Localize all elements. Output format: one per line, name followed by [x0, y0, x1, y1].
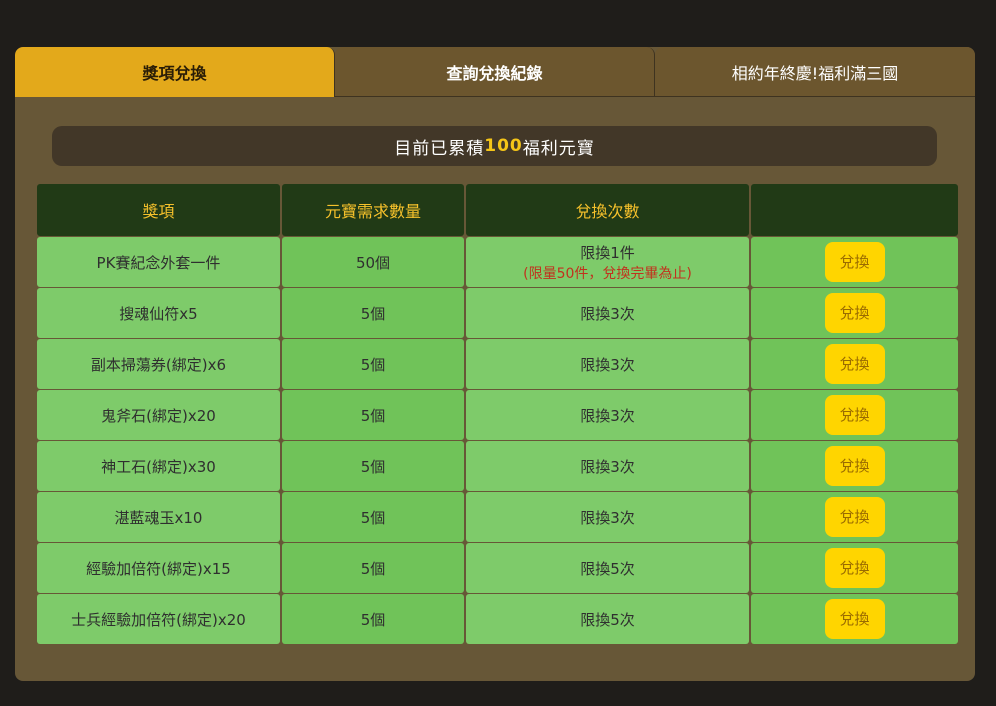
table-row: 鬼斧石(綁定)x20 5個 限換3次 兌換 [37, 390, 958, 440]
balance-summary: 目前已累積 100 福利元寶 [52, 126, 937, 166]
item-cell: 神工石(綁定)x30 [37, 441, 280, 491]
tab-exchange-history[interactable]: 查詢兌換紀錄 [335, 47, 655, 97]
tab-event-info[interactable]: 相約年終慶!福利滿三國 [655, 47, 975, 97]
balance-suffix: 福利元寶 [522, 138, 595, 159]
limit-text: 限換3次 [580, 304, 635, 323]
limit-text: 限換3次 [580, 355, 635, 374]
cost-cell: 5個 [282, 543, 464, 593]
table-header-row: 獎項 元寶需求數量 兌換次數 [37, 184, 958, 236]
exchange-button[interactable]: 兌換 [824, 293, 885, 333]
cost-cell: 5個 [282, 441, 464, 491]
balance-amount: 100 [484, 136, 523, 156]
limit-cell: 限換3次 [466, 390, 749, 440]
header-action [751, 184, 958, 236]
exchange-button[interactable]: 兌換 [824, 242, 885, 282]
exchange-button[interactable]: 兌換 [824, 344, 885, 384]
limit-cell: 限換3次 [466, 339, 749, 389]
table-row: 湛藍魂玉x10 5個 限換3次 兌換 [37, 492, 958, 542]
item-cell: 鬼斧石(綁定)x20 [37, 390, 280, 440]
item-cell: 搜魂仙符x5 [37, 288, 280, 338]
cost-cell: 50個 [282, 237, 464, 287]
table-row: 經驗加倍符(綁定)x15 5個 限換5次 兌換 [37, 543, 958, 593]
item-cell: 士兵經驗加倍符(綁定)x20 [37, 594, 280, 644]
table-row: 神工石(綁定)x30 5個 限換3次 兌換 [37, 441, 958, 491]
table-row: 搜魂仙符x5 5個 限換3次 兌換 [37, 288, 958, 338]
cost-cell: 5個 [282, 288, 464, 338]
action-cell: 兌換 [751, 492, 958, 542]
table-row: 副本掃蕩券(綁定)x6 5個 限換3次 兌換 [37, 339, 958, 389]
action-cell: 兌換 [751, 288, 958, 338]
limit-text: 限換5次 [580, 610, 635, 629]
cost-cell: 5個 [282, 492, 464, 542]
limit-text: 限換1件 [580, 243, 635, 262]
limit-text: 限換3次 [580, 508, 635, 527]
limit-text: 限換3次 [580, 457, 635, 476]
exchange-button[interactable]: 兌換 [824, 599, 885, 639]
cost-cell: 5個 [282, 594, 464, 644]
cost-cell: 5個 [282, 339, 464, 389]
item-cell: PK賽紀念外套一件 [37, 237, 280, 287]
limit-text: 限換5次 [580, 559, 635, 578]
table-row: PK賽紀念外套一件 50個 限換1件 (限量50件，兌換完畢為止) 兌換 [37, 237, 958, 287]
header-item: 獎項 [37, 184, 280, 236]
header-cost: 元寶需求數量 [282, 184, 464, 236]
reward-table: 獎項 元寶需求數量 兌換次數 PK賽紀念外套一件 50個 限換1件 (限量50件，兌換… [35, 183, 960, 645]
balance-prefix: 目前已累積 [394, 138, 485, 159]
limit-cell: 限換3次 [466, 288, 749, 338]
table-row: 士兵經驗加倍符(綁定)x20 5個 限換5次 兌換 [37, 594, 958, 644]
limit-cell: 限換5次 [466, 594, 749, 644]
cost-cell: 5個 [282, 390, 464, 440]
exchange-button[interactable]: 兌換 [824, 446, 885, 486]
limit-cell: 限換3次 [466, 492, 749, 542]
action-cell: 兌換 [751, 594, 958, 644]
limit-cell: 限換1件 (限量50件，兌換完畢為止) [466, 237, 749, 287]
action-cell: 兌換 [751, 543, 958, 593]
tab-reward-exchange[interactable]: 獎項兌換 [15, 47, 335, 97]
item-cell: 湛藍魂玉x10 [37, 492, 280, 542]
limit-cell: 限換5次 [466, 543, 749, 593]
limit-cell: 限換3次 [466, 441, 749, 491]
action-cell: 兌換 [751, 441, 958, 491]
header-limit: 兌換次數 [466, 184, 749, 236]
item-cell: 經驗加倍符(綁定)x15 [37, 543, 280, 593]
reward-panel: 獎項兌換 查詢兌換紀錄 相約年終慶!福利滿三國 目前已累積 100 福利元寶 獎… [15, 47, 975, 681]
limit-text: 限換3次 [580, 406, 635, 425]
action-cell: 兌換 [751, 390, 958, 440]
exchange-button[interactable]: 兌換 [824, 395, 885, 435]
action-cell: 兌換 [751, 237, 958, 287]
exchange-button[interactable]: 兌換 [824, 548, 885, 588]
item-cell: 副本掃蕩券(綁定)x6 [37, 339, 280, 389]
tab-bar: 獎項兌換 查詢兌換紀錄 相約年終慶!福利滿三國 [15, 47, 975, 97]
limit-note: (限量50件，兌換完畢為止) [523, 265, 692, 282]
exchange-button[interactable]: 兌換 [824, 497, 885, 537]
action-cell: 兌換 [751, 339, 958, 389]
